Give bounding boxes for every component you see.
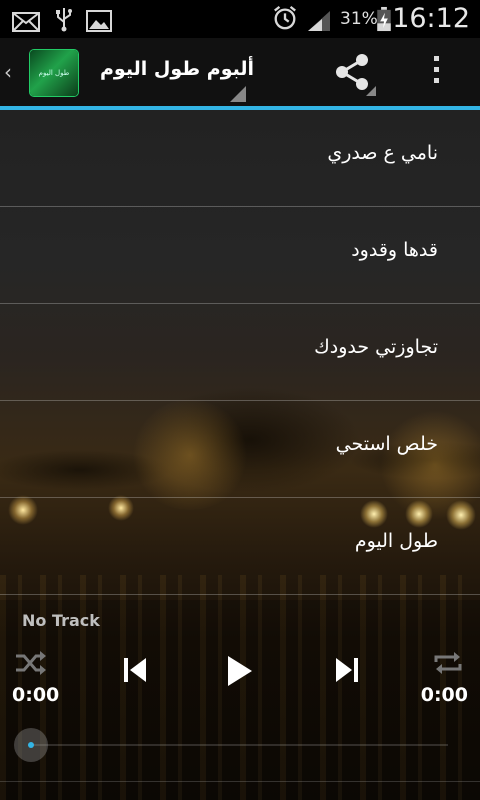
- signal-icon: [308, 11, 330, 31]
- clock: 16:12: [392, 3, 470, 34]
- album-logo-text: طول اليوم: [38, 69, 70, 77]
- track-title: قدها وقدود: [351, 239, 438, 261]
- alarm-icon: [274, 5, 296, 30]
- track-item[interactable]: طول اليوم: [0, 498, 480, 595]
- spinner-indicator-icon: [230, 86, 246, 102]
- shuffle-icon[interactable]: [14, 650, 48, 676]
- player-panel: No Track 0:00 0:00: [0, 600, 480, 800]
- bottom-divider: [0, 781, 480, 782]
- repeat-icon[interactable]: [432, 650, 464, 676]
- now-playing-label: No Track: [22, 611, 100, 630]
- total-time: 0:00: [420, 684, 468, 706]
- album-logo[interactable]: طول اليوم: [30, 50, 78, 96]
- image-icon: [86, 10, 112, 32]
- share-dropdown-indicator-icon: [366, 86, 376, 96]
- mail-icon: [12, 12, 40, 32]
- action-bar: ‹ طول اليوم ألبوم طول اليوم: [0, 38, 480, 110]
- seek-track: [28, 744, 448, 746]
- seek-thumb-dot: [28, 742, 34, 748]
- overflow-menu-icon[interactable]: [430, 56, 442, 90]
- track-title: تجاوزتي حدودك: [314, 336, 438, 358]
- track-item[interactable]: نامي ع صدري: [0, 110, 480, 207]
- battery-percent: 31%: [340, 9, 378, 29]
- track-item[interactable]: خلص استحي: [0, 401, 480, 498]
- seek-bar[interactable]: [14, 728, 448, 762]
- status-bar: 31% 16:12: [0, 0, 480, 38]
- track-title: خلص استحي: [335, 433, 438, 455]
- usb-icon: [56, 8, 72, 32]
- track-list: نامي ع صدري قدها وقدود تجاوزتي حدودك خلص…: [0, 110, 480, 595]
- track-title: نامي ع صدري: [327, 142, 438, 164]
- up-caret-icon[interactable]: ‹: [4, 60, 12, 84]
- track-title: طول اليوم: [354, 530, 438, 552]
- track-item[interactable]: تجاوزتي حدودك: [0, 304, 480, 401]
- track-item[interactable]: قدها وقدود: [0, 207, 480, 304]
- next-icon[interactable]: [334, 656, 360, 684]
- play-icon[interactable]: [224, 654, 254, 688]
- previous-icon[interactable]: [122, 656, 148, 684]
- battery-charging-icon: [377, 6, 391, 32]
- album-title[interactable]: ألبوم طول اليوم: [100, 58, 254, 80]
- elapsed-time: 0:00: [12, 684, 60, 706]
